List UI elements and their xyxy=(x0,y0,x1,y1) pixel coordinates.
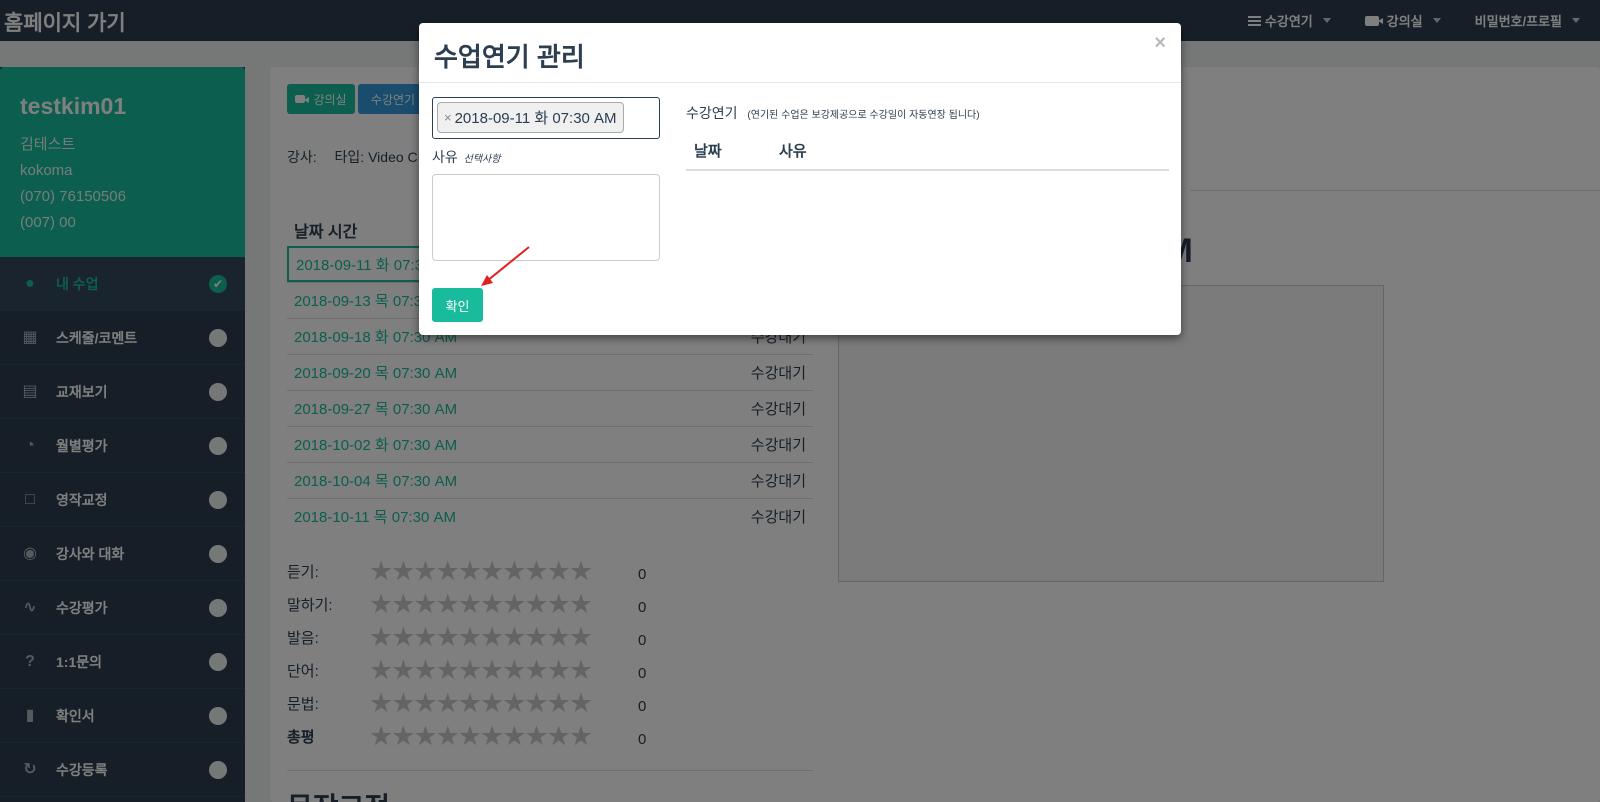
date-multiselect[interactable]: × 2018-09-11 화 07:30 AM xyxy=(432,97,660,139)
reason-label-text: 사유 xyxy=(432,149,458,165)
history-col-reason: 사유 xyxy=(779,143,807,160)
reason-textarea[interactable] xyxy=(432,174,660,261)
remove-tag-icon[interactable]: × xyxy=(444,110,452,125)
selected-date-tag: × 2018-09-11 화 07:30 AM xyxy=(437,102,624,133)
history-table-header: 날짜 사유 xyxy=(686,140,1169,171)
selected-date-label: 2018-09-11 화 07:30 AM xyxy=(454,110,617,127)
modal-header: 수업연기 관리 × xyxy=(419,23,1181,83)
reason-optional-hint: 선택사항 xyxy=(463,154,501,165)
history-col-date: 날짜 xyxy=(694,143,722,160)
reason-label: 사유 선택사항 xyxy=(432,147,500,167)
annotation-arrow-icon xyxy=(481,246,530,286)
modal-title: 수업연기 관리 xyxy=(434,42,585,72)
postpone-modal: 수업연기 관리 × × 2018-09-11 화 07:30 AM 사유 선택사… xyxy=(419,23,1181,335)
confirm-button[interactable]: 확인 xyxy=(432,288,483,322)
history-note: (연기된 수업은 보강제공으로 수강일이 자동연장 됩니다) xyxy=(747,110,980,121)
history-title-text: 수강연기 xyxy=(686,105,738,121)
close-icon[interactable]: × xyxy=(1154,32,1166,55)
postpone-history: 수강연기 (연기된 수업은 보강제공으로 수강일이 자동연장 됩니다) 날짜 사… xyxy=(686,103,1169,171)
history-title: 수강연기 (연기된 수업은 보강제공으로 수강일이 자동연장 됩니다) xyxy=(686,103,1169,123)
